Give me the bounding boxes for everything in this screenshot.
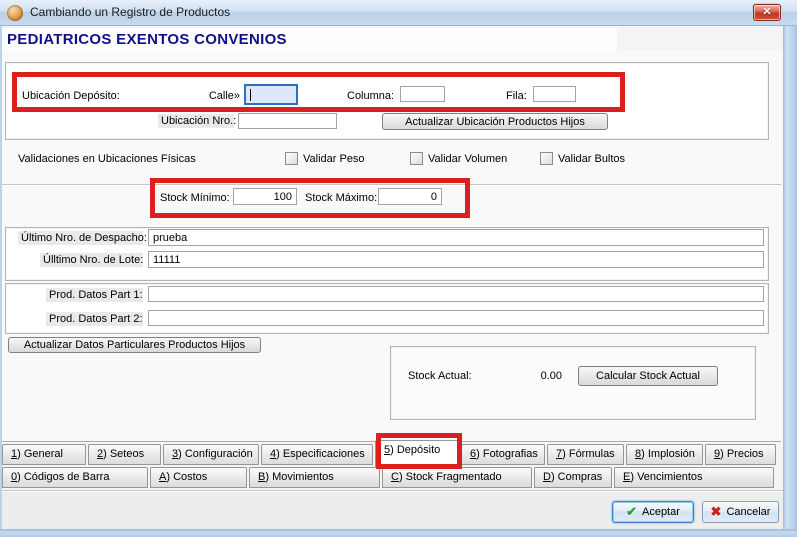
cross-icon: ✖ — [711, 504, 722, 520]
record-header: PEDIATRICOS EXENTOS CONVENIOS — [2, 28, 617, 50]
validar-peso-checkbox[interactable] — [285, 152, 298, 165]
titlebar[interactable]: Cambiando un Registro de Productos ✕ — [0, 0, 797, 26]
aceptar-button[interactable]: ✔ Aceptar — [612, 501, 694, 523]
window-border-right — [783, 26, 797, 537]
ultimo-despacho-label: Último Nro. de Despacho: — [18, 231, 143, 245]
stock-maximo-label: Stock Máximo: — [305, 191, 377, 205]
stock-actual-value: 0.00 — [500, 369, 562, 383]
fila-label: Fila: — [506, 89, 527, 103]
text-caret — [250, 89, 251, 101]
validar-volumen-checkbox[interactable] — [410, 152, 423, 165]
tab-especificaciones[interactable]: 4) Especificaciones — [261, 444, 373, 465]
tab-vencimientos[interactable]: E) Vencimientos — [614, 467, 774, 488]
stock-minimo-label: Stock Mínimo: — [160, 191, 230, 205]
calcular-stock-button[interactable]: Calcular Stock Actual — [578, 366, 718, 386]
columna-label: Columna: — [347, 89, 394, 103]
ubicacion-deposito-label: Ubicación Depósito: — [22, 89, 120, 103]
tab-deposito-active[interactable]: 5) Depósito — [375, 440, 459, 468]
tab-implosion[interactable]: 8) Implosión — [626, 444, 703, 465]
close-button[interactable]: ✕ — [753, 4, 781, 21]
ultimo-despacho-input[interactable] — [148, 229, 764, 246]
window-title: Cambiando un Registro de Productos — [30, 0, 230, 25]
calle-label: Calle» — [198, 89, 240, 103]
ubicacion-nro-input[interactable] — [238, 113, 337, 129]
tab-seteos[interactable]: 2) Seteos — [88, 444, 161, 465]
datos-part2-label: Prod. Datos Part 2: — [46, 312, 143, 326]
datos-part1-input[interactable] — [148, 286, 764, 302]
validaciones-label: Validaciones en Ubicaciones Físicas — [18, 152, 196, 166]
tab-codigos-de-barra[interactable]: 0) Códigos de Barra — [2, 467, 148, 488]
aceptar-label: Aceptar — [642, 506, 680, 518]
datos-part2-input[interactable] — [148, 310, 764, 326]
page-title: PEDIATRICOS EXENTOS CONVENIOS — [2, 28, 617, 48]
tab-compras[interactable]: D) Compras — [534, 467, 612, 488]
stock-minimo-input[interactable] — [233, 188, 297, 205]
validar-volumen-label: Validar Volumen — [428, 152, 507, 166]
stock-maximo-input[interactable] — [378, 188, 442, 205]
tab-fotografias[interactable]: 6) Fotografias — [461, 444, 545, 465]
cancelar-button[interactable]: ✖ Cancelar — [702, 501, 779, 523]
tab-movimientos[interactable]: B) Movimientos — [249, 467, 380, 488]
tab-formulas[interactable]: 7) Fórmulas — [547, 444, 624, 465]
calle-input[interactable] — [244, 84, 298, 105]
ultimo-lote-input[interactable] — [148, 251, 764, 268]
check-icon: ✔ — [626, 504, 637, 520]
cancelar-label: Cancelar — [726, 506, 770, 518]
validar-bultos-label: Validar Bultos — [558, 152, 625, 166]
actualizar-ubicacion-button[interactable]: Actualizar Ubicación Productos Hijos — [382, 113, 608, 130]
tab-costos[interactable]: A) Costos — [150, 467, 247, 488]
separator — [2, 184, 781, 186]
fila-input[interactable] — [533, 86, 576, 102]
close-icon: ✕ — [762, 6, 771, 18]
datos-part1-label: Prod. Datos Part 1: — [46, 288, 143, 302]
actualizar-datos-button[interactable]: Actualizar Datos Particulares Productos … — [8, 337, 261, 353]
app-icon — [7, 5, 23, 21]
validar-bultos-checkbox[interactable] — [540, 152, 553, 165]
window-border-bottom — [0, 529, 797, 537]
columna-input[interactable] — [400, 86, 445, 102]
validar-peso-label: Validar Peso — [303, 152, 365, 166]
tab-stock-fragmentado[interactable]: C) Stock Fragmentado — [382, 467, 532, 488]
stock-actual-label: Stock Actual: — [408, 369, 472, 383]
tab-precios[interactable]: 9) Precios — [705, 444, 776, 465]
tab-general[interactable]: 1) General — [2, 444, 86, 465]
tab-configuracion[interactable]: 3) Configuración — [163, 444, 259, 465]
ubicacion-nro-label: Ubicación Nro.: — [158, 114, 234, 128]
ultimo-lote-label: Úlltimo Nro. de Lote: — [40, 253, 143, 267]
